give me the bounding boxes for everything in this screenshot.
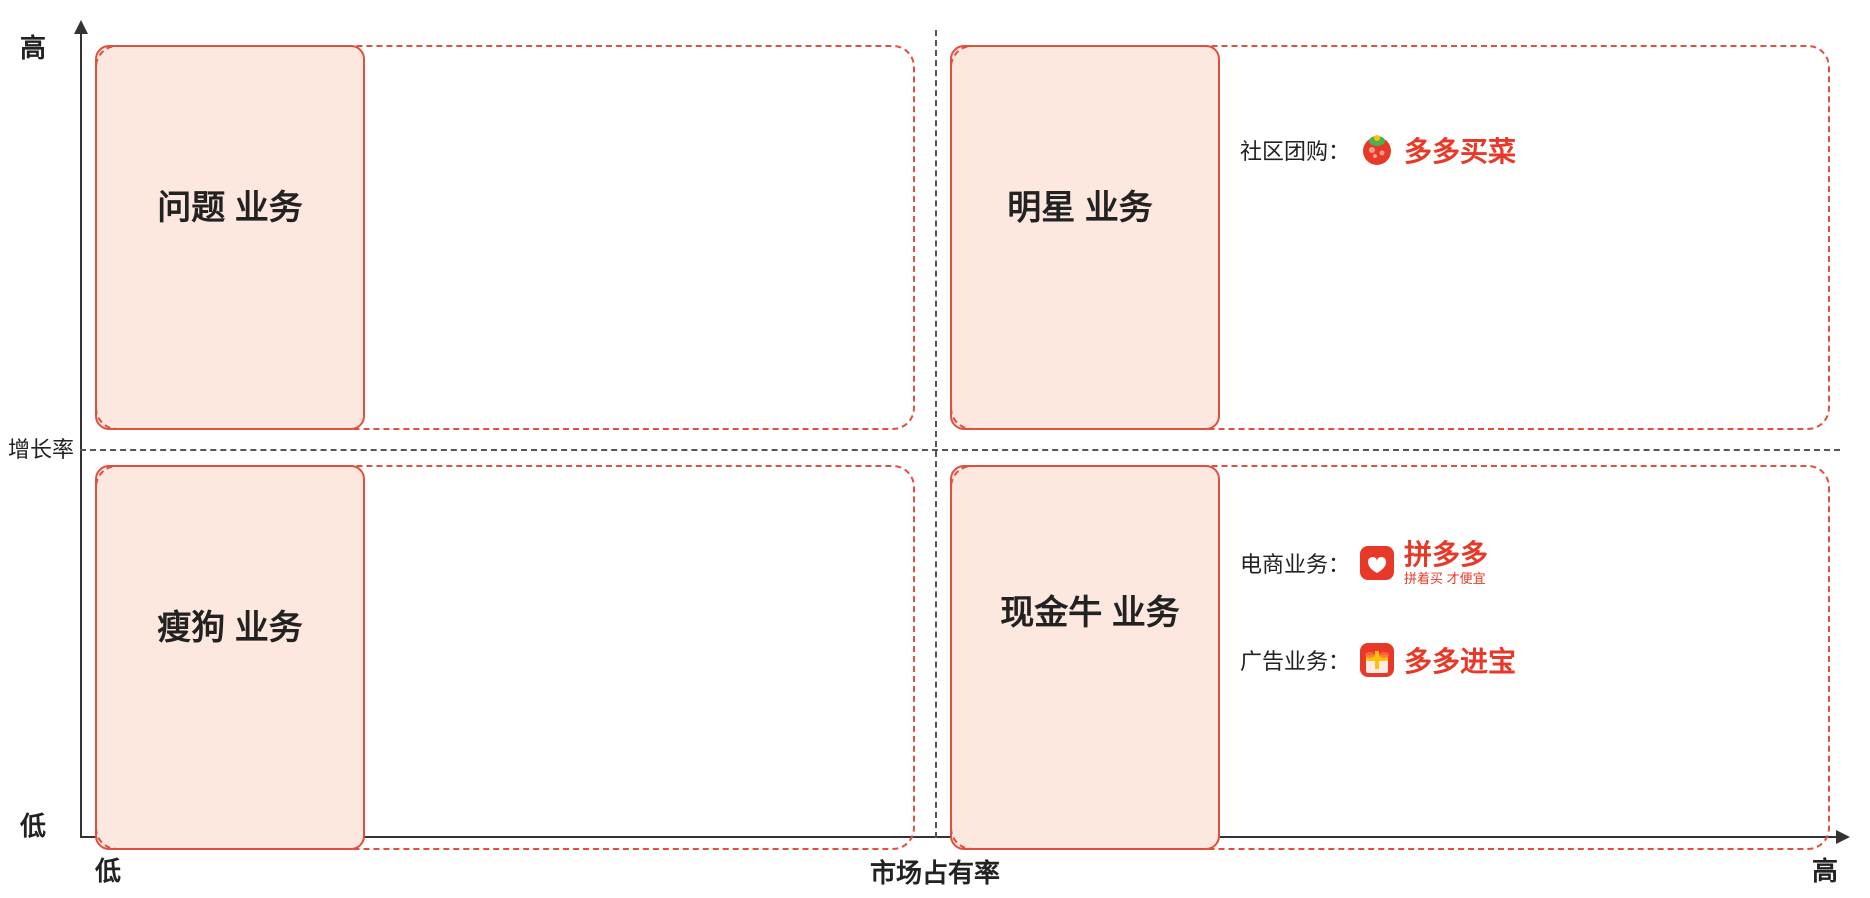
y-axis (80, 30, 82, 838)
vertical-divider (935, 30, 937, 838)
bottom-left-label: 瘦狗 业务 (140, 605, 320, 653)
pinduoduo-text: 拼多多 (1404, 540, 1488, 571)
top-left-dashed-box (95, 45, 915, 430)
y-axis-low-label: 低 (20, 806, 46, 843)
x-axis-low-label: 低 (95, 851, 121, 888)
horizontal-divider (80, 449, 1840, 451)
duoduomaicai-icon (1358, 131, 1396, 169)
duoduojinbao-text: 多多进宝 (1404, 640, 1516, 680)
pinduoduo-icon (1358, 544, 1396, 582)
ads-label: 广告业务： (1240, 644, 1350, 676)
top-right-dashed-box (950, 45, 1830, 430)
duoduojinbao-icon (1358, 641, 1396, 679)
top-left-label: 问题 业务 (140, 185, 320, 233)
pinduoduo-entry: 电商业务： 拼多多 拼着买 才便宜 (1240, 540, 1488, 586)
ecommerce-label: 电商业务： (1240, 547, 1350, 579)
shequtuangou-label: 社区团购： (1240, 134, 1350, 166)
x-axis-market-label: 市场占有率 (870, 853, 1000, 890)
pinduoduo-subtext: 拼着买 才便宜 (1404, 571, 1488, 587)
y-axis-high-label: 高 (20, 28, 46, 65)
x-axis-high-label: 高 (1812, 851, 1838, 888)
bcg-matrix: 高 低 增长率 低 市场占有率 高 问题 业务 明星 业务 瘦狗 业务 现金牛 … (0, 0, 1870, 898)
bottom-left-dashed-box (95, 465, 915, 850)
duoduomaicai-text: 多多买菜 (1404, 130, 1516, 170)
bottom-right-label: 现金牛 业务 (990, 590, 1190, 638)
shequtuangou-entry: 社区团购： 多多买菜 (1240, 130, 1516, 170)
duoduojinbao-entry: 广告业务： 多多进宝 (1240, 640, 1516, 680)
y-axis-growth-label: 增长率 (8, 432, 74, 464)
top-right-label: 明星 业务 (990, 185, 1170, 233)
